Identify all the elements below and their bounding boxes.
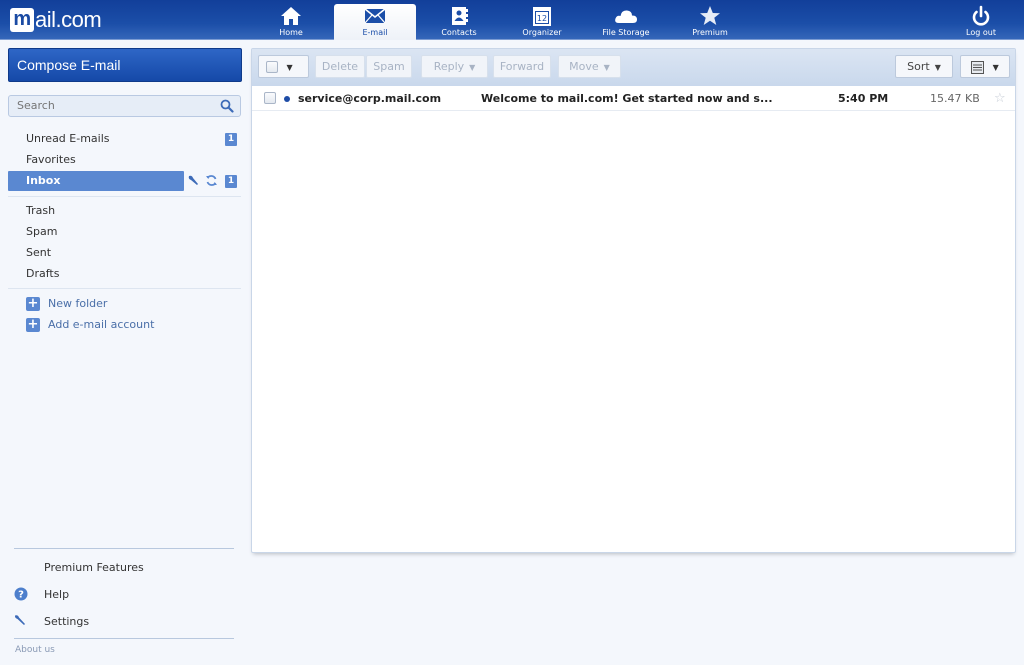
svg-text:?: ?	[18, 590, 24, 601]
reply-label: Reply	[433, 60, 465, 73]
folder-label: Favorites	[26, 153, 76, 166]
folder-label: Drafts	[26, 267, 60, 280]
message-size: 15.47 KB	[930, 92, 980, 105]
logout-button[interactable]: Log out	[940, 4, 1022, 40]
forward-button[interactable]: Forward	[493, 55, 551, 78]
folder-label: Trash	[26, 204, 56, 217]
nav-organizer[interactable]: 12 Organizer	[501, 4, 583, 40]
home-icon	[281, 7, 301, 25]
chevron-down-icon: ▼	[992, 63, 999, 72]
search-input[interactable]	[17, 99, 217, 112]
chevron-down-icon: ▼	[603, 63, 610, 72]
logo-text: ail.com	[35, 7, 102, 32]
about-us-link[interactable]: About us	[15, 645, 55, 655]
star-icon	[700, 6, 720, 25]
logout-label: Log out	[966, 28, 996, 37]
envelope-icon	[364, 8, 386, 24]
folder-label: Inbox	[26, 174, 61, 187]
view-layout-dropdown[interactable]: ▼	[960, 55, 1010, 78]
message-subject: Welcome to mail.com! Get started now and…	[481, 92, 773, 105]
reply-button[interactable]: Reply ▼	[421, 55, 488, 78]
folder-label: Unread E-mails	[26, 132, 110, 145]
folder-label: Sent	[26, 246, 52, 259]
inbox-count-badge: 1	[225, 175, 237, 188]
footer-divider	[14, 548, 234, 549]
unread-count-badge: 1	[225, 133, 237, 146]
add-email-account-label: Add e-mail account	[48, 318, 155, 331]
move-label: Move	[569, 60, 599, 73]
message-time: 5:40 PM	[838, 92, 889, 105]
settings-link[interactable]: Settings	[44, 613, 89, 631]
add-email-account-link[interactable]: + Add e-mail account	[26, 315, 154, 335]
sidebar-divider	[8, 288, 241, 289]
sort-dropdown[interactable]: Sort ▼	[895, 55, 953, 78]
layout-icon	[971, 60, 985, 74]
cloud-icon	[615, 10, 637, 23]
nav-organizer-label: Organizer	[522, 28, 562, 37]
calendar-icon: 12	[533, 7, 551, 26]
nav-email-label: E-mail	[362, 28, 388, 37]
sidebar-divider	[8, 196, 241, 197]
help-icon: ?	[14, 587, 28, 601]
nav-contacts[interactable]: Contacts	[418, 4, 500, 40]
plus-icon: +	[26, 296, 40, 311]
top-navigation-bar: m ail.com Home E-mail Contacts 12 Organi…	[0, 0, 1024, 40]
folder-unread-emails[interactable]: Unread E-mails	[8, 129, 242, 149]
settings-wrench-icon	[14, 615, 25, 625]
message-row[interactable]: service@corp.mail.com Welcome to mail.co…	[252, 87, 1015, 111]
unread-indicator	[284, 96, 290, 102]
chevron-down-icon: ▼	[934, 63, 941, 72]
new-folder-label: New folder	[48, 297, 108, 310]
svg-text:12: 12	[537, 14, 547, 23]
nav-home[interactable]: Home	[250, 4, 332, 40]
nav-premium-label: Premium	[692, 28, 728, 37]
move-button[interactable]: Move ▼	[558, 55, 621, 78]
nav-file-storage-label: File Storage	[602, 28, 650, 37]
compose-email-button[interactable]: Compose E-mail	[8, 48, 242, 82]
plus-icon: +	[26, 317, 40, 332]
favorite-star-icon[interactable]: ☆	[994, 87, 1006, 111]
premium-features-link[interactable]: Premium Features	[44, 559, 144, 577]
spam-button[interactable]: Spam	[366, 55, 412, 78]
new-folder-link[interactable]: + New folder	[26, 294, 107, 314]
wrench-icon[interactable]	[187, 174, 200, 187]
folder-inbox[interactable]: Inbox	[8, 171, 184, 191]
logo-mark: m	[10, 8, 34, 32]
message-list-panel: ▼ Delete Spam Reply ▼ Forward Move ▼ Sort ▼…	[251, 48, 1016, 553]
folder-drafts[interactable]: Drafts	[8, 264, 242, 284]
power-icon	[972, 5, 990, 26]
chevron-down-icon: ▼	[286, 63, 293, 72]
select-all-dropdown[interactable]: ▼	[258, 55, 309, 78]
footer-divider	[14, 638, 234, 639]
folder-label: Spam	[26, 225, 58, 238]
select-all-checkbox[interactable]	[266, 61, 278, 73]
search-box	[8, 95, 241, 117]
nav-file-storage[interactable]: File Storage	[585, 4, 667, 40]
search-icon[interactable]	[220, 99, 234, 113]
nav-email[interactable]: E-mail	[334, 4, 416, 40]
folder-favorites[interactable]: Favorites	[8, 150, 242, 170]
sort-label: Sort	[907, 60, 930, 73]
nav-premium[interactable]: Premium	[669, 4, 751, 40]
message-sender: service@corp.mail.com	[298, 92, 442, 105]
folder-spam[interactable]: Spam	[8, 222, 242, 242]
help-link[interactable]: Help	[44, 586, 69, 604]
nav-home-label: Home	[279, 28, 303, 37]
folder-sent[interactable]: Sent	[8, 243, 242, 263]
contacts-book-icon	[452, 7, 468, 25]
chevron-down-icon: ▼	[469, 63, 476, 72]
message-toolbar: ▼ Delete Spam Reply ▼ Forward Move ▼ Sort ▼…	[252, 49, 1015, 86]
message-checkbox[interactable]	[264, 92, 276, 104]
refresh-icon[interactable]	[205, 174, 218, 187]
nav-contacts-label: Contacts	[441, 28, 477, 37]
delete-button[interactable]: Delete	[315, 55, 365, 78]
mailcom-logo[interactable]: m ail.com	[10, 6, 102, 34]
folder-trash[interactable]: Trash	[8, 201, 242, 221]
